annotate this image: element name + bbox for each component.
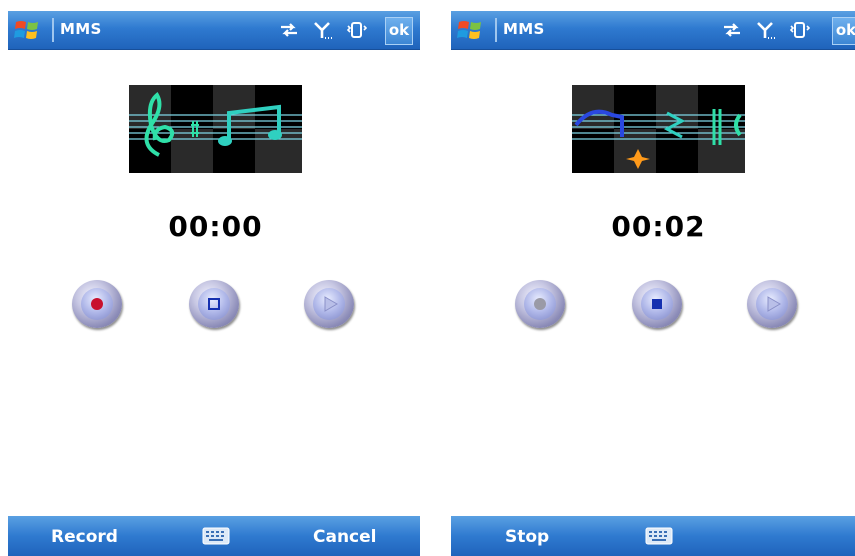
record-icon — [91, 298, 103, 310]
ok-button[interactable]: ok — [832, 17, 855, 45]
stop-button[interactable] — [632, 280, 682, 328]
softkey-bar: Record Cancel — [8, 516, 420, 556]
stop-icon — [652, 299, 662, 309]
play-icon — [767, 296, 781, 312]
mms-screen-recording: MMS ok 00:02 Stop — [451, 0, 855, 556]
keyboard-icon[interactable] — [202, 526, 230, 546]
ok-button[interactable]: ok — [385, 17, 413, 45]
title-bar: MMS ok — [8, 11, 420, 50]
softkey-left[interactable]: Stop — [505, 527, 549, 547]
record-timer: 00:02 — [611, 210, 706, 243]
app-title: MMS — [60, 20, 102, 38]
softkey-right[interactable]: Cancel — [313, 527, 376, 547]
vibrate-phone-icon[interactable] — [345, 20, 367, 40]
record-timer: 00:00 — [168, 210, 263, 243]
sync-arrows-icon[interactable] — [278, 20, 300, 40]
sync-arrows-icon[interactable] — [721, 20, 743, 40]
title-divider — [495, 18, 497, 42]
softkey-left[interactable]: Record — [51, 527, 118, 547]
stop-icon — [208, 298, 220, 310]
record-icon — [534, 298, 546, 310]
music-animation-image — [129, 85, 302, 173]
signal-antenna-icon[interactable] — [311, 20, 333, 40]
title-divider — [52, 18, 54, 42]
play-button[interactable] — [304, 280, 354, 328]
windows-flag-icon[interactable] — [456, 17, 484, 43]
vibrate-phone-icon[interactable] — [788, 20, 810, 40]
record-button[interactable] — [515, 280, 565, 328]
title-bar: MMS ok — [451, 11, 855, 50]
keyboard-icon[interactable] — [645, 526, 673, 546]
music-animation-image — [572, 85, 745, 173]
windows-flag-icon[interactable] — [13, 17, 41, 43]
app-title: MMS — [503, 20, 545, 38]
play-icon — [324, 296, 338, 312]
record-button[interactable] — [72, 280, 122, 328]
softkey-bar: Stop — [451, 516, 855, 556]
play-button[interactable] — [747, 280, 797, 328]
mms-screen-ready: MMS ok 00:00 Record Cancel — [8, 0, 420, 556]
stop-button[interactable] — [189, 280, 239, 328]
signal-antenna-icon[interactable] — [754, 20, 776, 40]
